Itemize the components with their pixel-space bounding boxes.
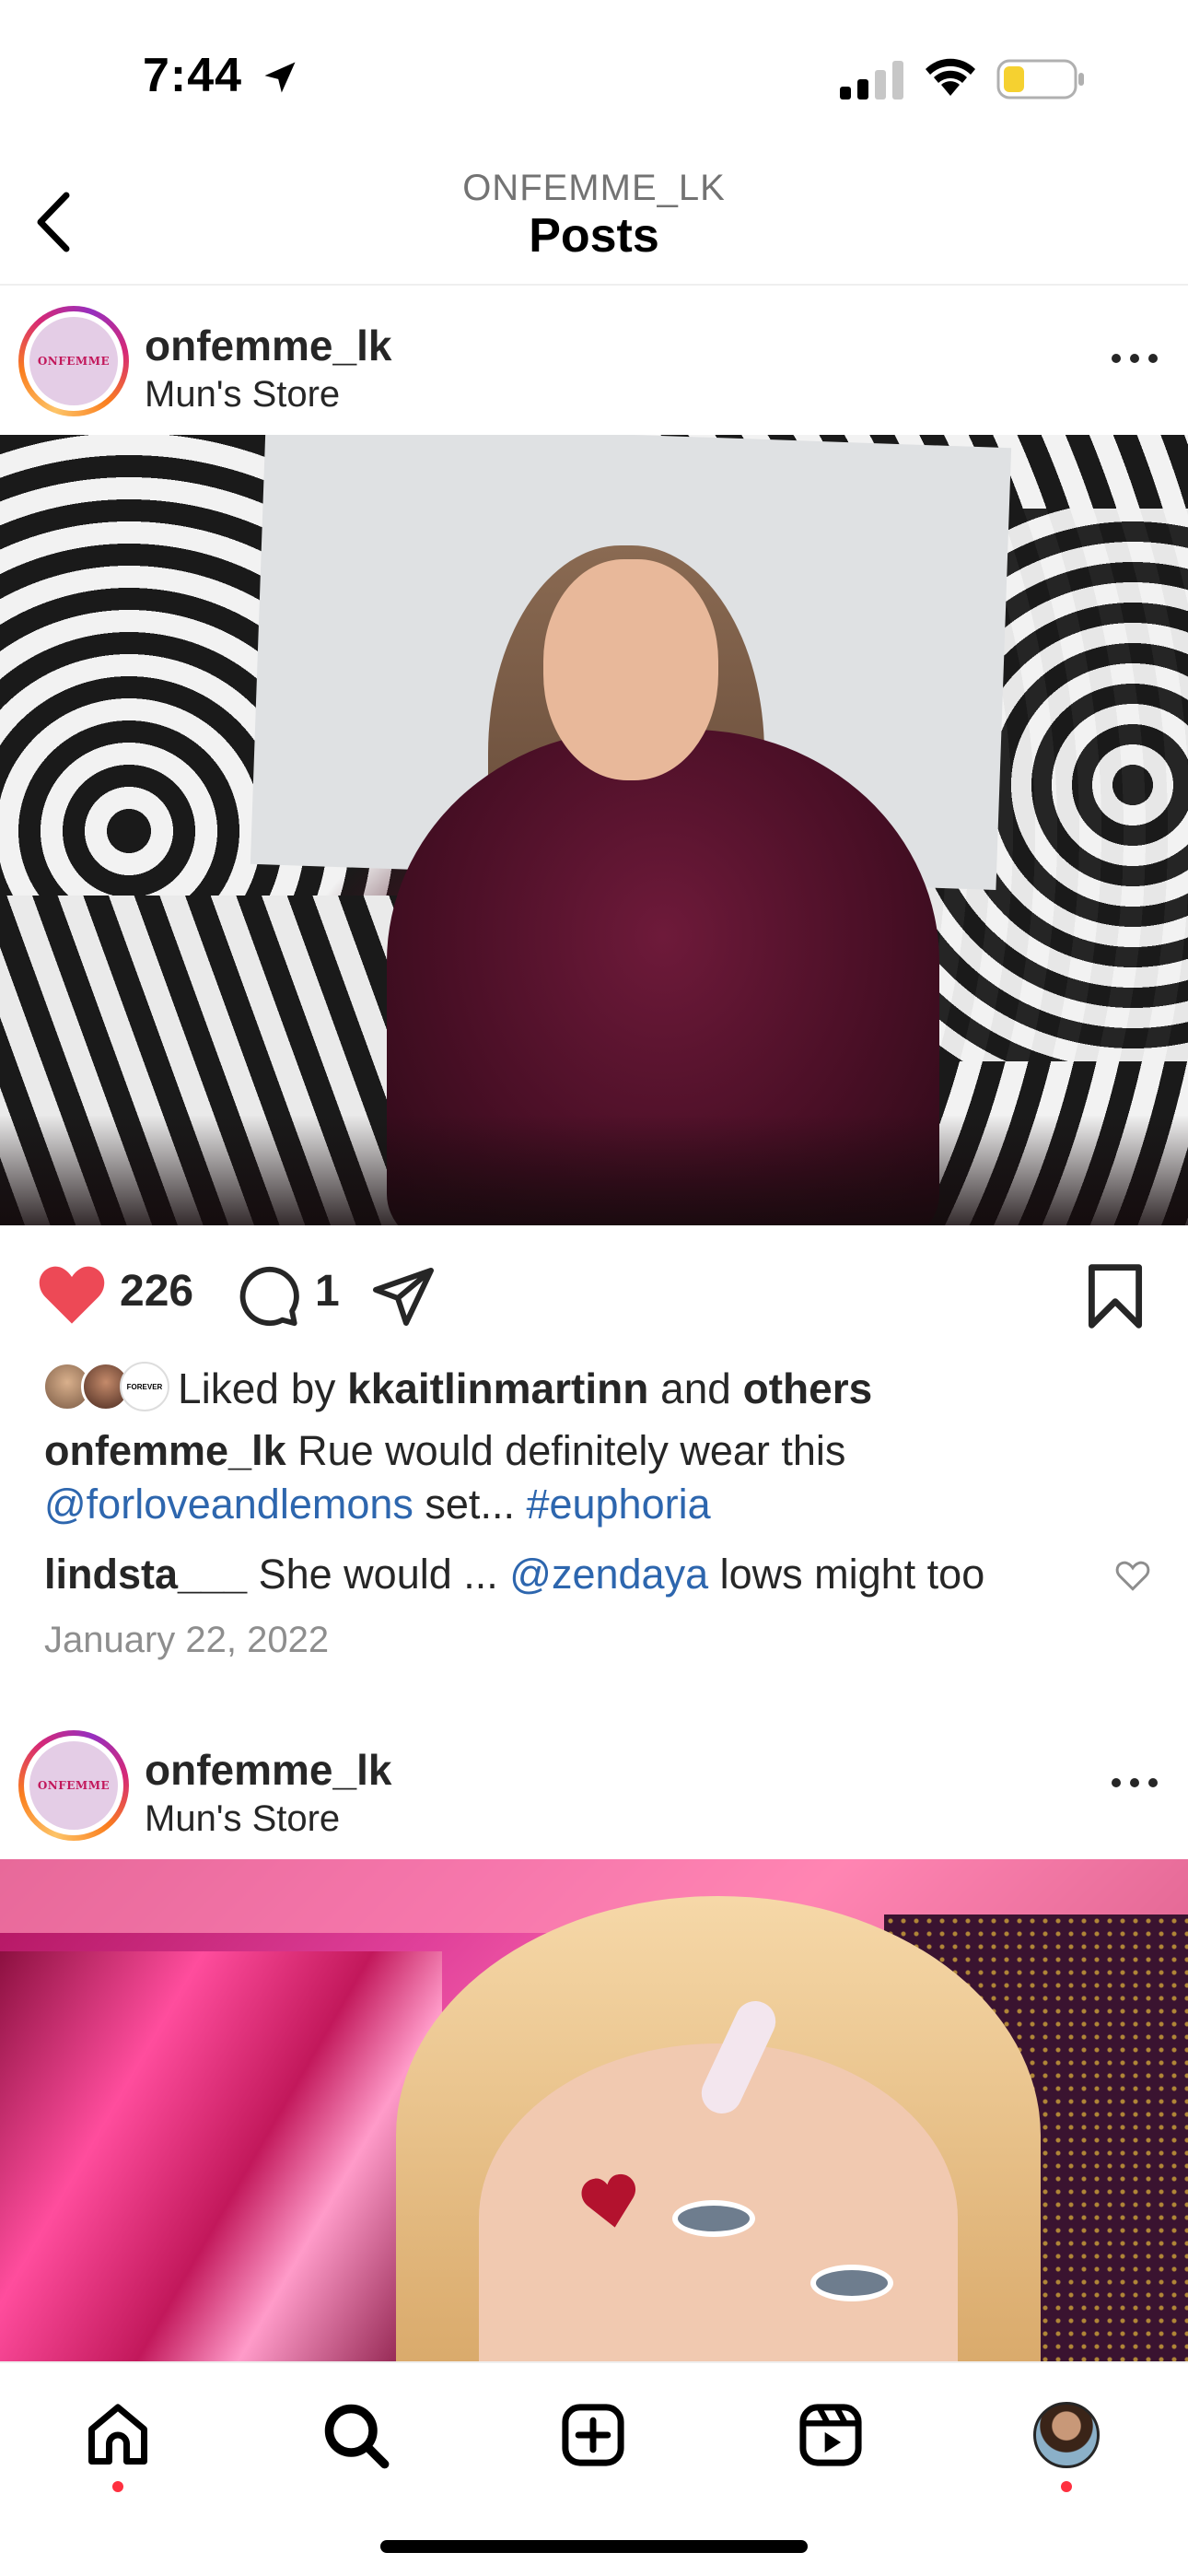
liked-by-user[interactable]: kkaitlinmartinn (347, 1364, 648, 1412)
post-username[interactable]: onfemme_lk (145, 1745, 391, 1795)
post-actions: 226 1 (0, 1225, 1188, 1364)
liked-by-prefix: Liked by (178, 1364, 348, 1412)
comment-text-end: lows might too (708, 1551, 985, 1598)
more-options-icon[interactable] (1107, 1769, 1162, 1797)
story-avatar[interactable]: ONFEMME (18, 306, 129, 416)
create-post-icon[interactable] (558, 2400, 628, 2470)
bookmark-icon[interactable] (1085, 1262, 1146, 1330)
location-arrow-icon (264, 62, 296, 93)
comment-username[interactable]: lindsta___ (44, 1551, 247, 1598)
avatar-logo: ONFEMME (37, 355, 111, 368)
story-avatar[interactable]: ONFEMME (18, 1730, 129, 1841)
post-date: January 22, 2022 (44, 1620, 330, 1660)
home-notification-dot (112, 2481, 123, 2492)
post-header: ONFEMME onfemme_lk Mun's Store (0, 1712, 1188, 1859)
post-username[interactable]: onfemme_lk (145, 321, 391, 370)
home-icon[interactable] (83, 2400, 153, 2470)
reels-icon[interactable] (796, 2400, 866, 2470)
comment-count[interactable]: 1 (315, 1266, 340, 1317)
like-heart-icon[interactable] (37, 1262, 107, 1327)
status-bar: 7:44 (0, 0, 1188, 147)
liked-by-avatars: FOREVER (42, 1362, 171, 1413)
top-comment[interactable]: lindsta___ She would ... @zendaya lows m… (44, 1548, 1149, 1601)
status-time: 7:44 (143, 49, 243, 102)
comment-mention[interactable]: @zendaya (509, 1551, 708, 1598)
header-account-name: ONFEMME_LK (462, 168, 726, 208)
post-header: ONFEMME onfemme_lk Mun's Store (0, 287, 1188, 435)
comment-like-icon[interactable] (1114, 1559, 1151, 1592)
profile-avatar[interactable] (1033, 2402, 1100, 2468)
post-location[interactable]: Mun's Store (145, 1798, 340, 1840)
caption-text: Rue would definitely wear this (285, 1427, 846, 1474)
comment-icon[interactable] (236, 1264, 302, 1329)
search-icon[interactable] (320, 2400, 390, 2470)
liked-by-and: and (648, 1364, 743, 1412)
post-location[interactable]: Mun's Store (145, 374, 340, 416)
caption-more[interactable]: set... (413, 1481, 527, 1528)
liker-avatar: FOREVER (120, 1362, 169, 1411)
share-send-icon[interactable] (370, 1262, 437, 1329)
liked-by-others[interactable]: others (743, 1364, 873, 1412)
caption-username[interactable]: onfemme_lk (44, 1427, 286, 1474)
comment-text: She would ... (247, 1551, 510, 1598)
liked-by-row[interactable]: FOREVER Liked by kkaitlinmartinn and oth… (0, 1360, 1188, 1415)
top-nav: ONFEMME_LK Posts (0, 147, 1188, 286)
post-image[interactable] (0, 1859, 1188, 2361)
like-count[interactable]: 226 (120, 1266, 193, 1317)
cellular-signal-icon (840, 61, 903, 100)
battery-low-icon (996, 59, 1084, 100)
more-options-icon[interactable] (1107, 345, 1162, 372)
bottom-tab-bar (0, 2361, 1188, 2576)
home-indicator (380, 2540, 808, 2553)
profile-notification-dot (1061, 2481, 1072, 2492)
caption-mention[interactable]: @forloveandlemons (44, 1481, 413, 1528)
post-caption: onfemme_lk Rue would definitely wear thi… (44, 1424, 1149, 1531)
avatar-logo: ONFEMME (37, 1779, 111, 1792)
liker-avatar-logo: FOREVER (126, 1382, 163, 1391)
wifi-icon (926, 58, 975, 96)
post-image[interactable] (0, 435, 1188, 1225)
page-title: Posts (529, 209, 659, 263)
caption-hashtag[interactable]: #euphoria (526, 1481, 710, 1528)
liked-by-text[interactable]: Liked by kkaitlinmartinn and others (178, 1364, 872, 1413)
